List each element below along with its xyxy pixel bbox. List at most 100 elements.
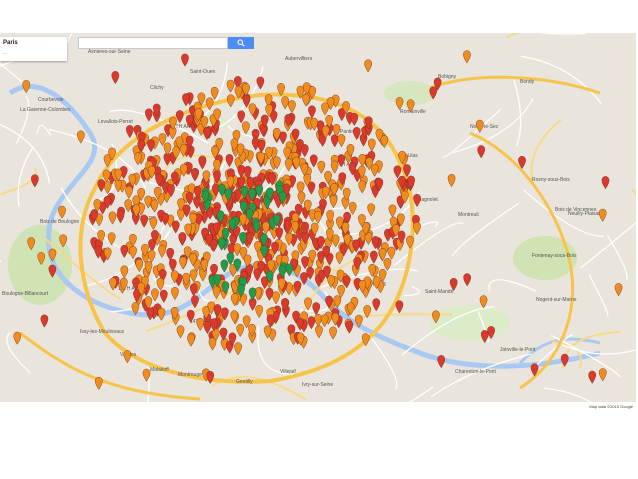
map-pin-icon[interactable] <box>300 144 309 158</box>
map-pin-icon[interactable] <box>367 203 375 217</box>
map-pin-icon[interactable] <box>329 195 338 209</box>
map-pin-icon[interactable] <box>95 376 103 390</box>
map-pin-icon[interactable] <box>175 110 184 124</box>
map-pin-icon[interactable] <box>212 286 221 300</box>
map-pin-icon[interactable] <box>345 320 354 334</box>
map-pin-icon[interactable] <box>179 256 187 270</box>
map-pin-icon[interactable] <box>120 265 129 279</box>
map-pin-icon[interactable] <box>588 370 597 384</box>
map-pin-icon[interactable] <box>447 174 456 188</box>
map-pin-icon[interactable] <box>124 199 133 213</box>
map-pin-icon[interactable] <box>158 244 166 258</box>
map-pin-icon[interactable] <box>111 71 120 85</box>
map-pin-icon[interactable] <box>40 314 49 328</box>
map-pin-icon[interactable] <box>601 176 610 190</box>
map-pin-icon[interactable] <box>320 314 329 328</box>
map-pin-icon[interactable] <box>116 210 125 224</box>
map-pin-icon[interactable] <box>234 342 242 356</box>
map-pin-icon[interactable] <box>255 304 263 318</box>
map-pin-icon[interactable] <box>140 214 148 228</box>
map-pin-icon[interactable] <box>208 337 217 351</box>
map-pin-icon[interactable] <box>284 158 293 172</box>
map-pin-icon[interactable] <box>272 291 280 305</box>
map-pin-icon[interactable] <box>150 199 159 213</box>
map-pin-icon[interactable] <box>308 105 316 119</box>
map-pin-icon[interactable] <box>256 76 265 90</box>
map-pin-icon[interactable] <box>125 185 133 199</box>
map-pin-icon[interactable] <box>330 160 339 174</box>
map-pin-icon[interactable] <box>147 249 156 263</box>
map-pin-icon[interactable] <box>288 100 296 114</box>
map-pin-icon[interactable] <box>307 316 316 330</box>
map-pin-icon[interactable] <box>120 244 129 258</box>
map-pin-icon[interactable] <box>171 287 179 300</box>
map-pin-icon[interactable] <box>321 102 329 116</box>
map-pin-icon[interactable] <box>337 134 346 148</box>
map-pin-icon[interactable] <box>266 314 275 328</box>
map-pin-icon[interactable] <box>330 134 339 148</box>
map-pin-icon[interactable] <box>129 246 137 259</box>
map-pin-icon[interactable] <box>226 94 235 108</box>
map-pin-icon[interactable] <box>145 108 153 122</box>
map-pin-icon[interactable] <box>236 323 245 337</box>
map-pin-icon[interactable] <box>179 163 188 177</box>
map-pin-icon[interactable] <box>275 227 284 241</box>
map-pin-icon[interactable] <box>413 194 421 207</box>
map-pin-icon[interactable] <box>370 250 378 264</box>
map-pin-icon[interactable] <box>463 50 471 64</box>
map-pin-icon[interactable] <box>58 205 66 219</box>
map-pin-icon[interactable] <box>292 156 301 170</box>
map-pin-icon[interactable] <box>171 220 180 234</box>
map-pin-icon[interactable] <box>196 317 205 331</box>
map-pin-icon[interactable] <box>317 160 326 174</box>
map-pin-icon[interactable] <box>395 97 404 111</box>
map-pin-icon[interactable] <box>225 154 234 168</box>
map-pin-icon[interactable] <box>364 59 372 73</box>
map-pin-icon[interactable] <box>331 234 340 248</box>
map-pin-icon[interactable] <box>108 211 117 225</box>
map-pin-icon[interactable] <box>598 368 607 382</box>
map-pin-icon[interactable] <box>146 307 154 321</box>
map-pin-icon[interactable] <box>156 277 165 291</box>
map-pin-icon[interactable] <box>161 212 170 226</box>
map-pin-icon[interactable] <box>463 273 471 287</box>
map-pin-icon[interactable] <box>312 302 321 316</box>
map-pin-icon[interactable] <box>205 97 214 111</box>
map-pin-icon[interactable] <box>151 288 159 302</box>
map-pin-icon[interactable] <box>220 259 229 273</box>
map-pin-icon[interactable] <box>253 268 262 282</box>
map-pin-icon[interactable] <box>248 287 257 301</box>
map-pin-icon[interactable] <box>279 131 287 145</box>
map-pin-icon[interactable] <box>335 251 344 265</box>
map-pin-icon[interactable] <box>160 289 168 303</box>
map-canvas[interactable]: Asnieres-sur-Seine Aubervilliers Bobigny Bo… <box>0 33 636 402</box>
map-pin-icon[interactable] <box>176 325 185 339</box>
map-pin-icon[interactable] <box>393 165 402 179</box>
map-pin-icon[interactable] <box>265 287 274 301</box>
map-pin-icon[interactable] <box>329 326 337 340</box>
map-pin-icon[interactable] <box>181 53 189 67</box>
map-pin-icon[interactable] <box>242 121 250 135</box>
map-pin-icon[interactable] <box>257 139 266 153</box>
place-panel[interactable]: Paris ... <box>0 37 67 61</box>
map-pin-icon[interactable] <box>272 127 281 141</box>
map-pin-icon[interactable] <box>135 259 144 273</box>
map-pin-icon[interactable] <box>372 298 381 312</box>
map-pin-icon[interactable] <box>77 130 85 144</box>
map-pin-icon[interactable] <box>477 145 485 159</box>
map-pin-icon[interactable] <box>342 275 351 289</box>
map-pin-icon[interactable] <box>352 127 361 141</box>
map-pin-icon[interactable] <box>178 232 187 246</box>
map-pin-icon[interactable] <box>189 283 198 297</box>
map-pin-icon[interactable] <box>367 138 376 152</box>
map-pin-icon[interactable] <box>297 191 306 205</box>
map-pin-icon[interactable] <box>123 350 132 364</box>
map-pin-icon[interactable] <box>157 307 166 321</box>
map-pin-icon[interactable] <box>191 168 199 182</box>
map-pin-icon[interactable] <box>191 295 199 309</box>
map-pin-icon[interactable] <box>350 112 359 126</box>
map-pin-icon[interactable] <box>114 179 123 193</box>
map-pin-icon[interactable] <box>107 232 116 246</box>
map-pin-icon[interactable] <box>281 96 289 110</box>
map-pin-icon[interactable] <box>169 258 177 272</box>
